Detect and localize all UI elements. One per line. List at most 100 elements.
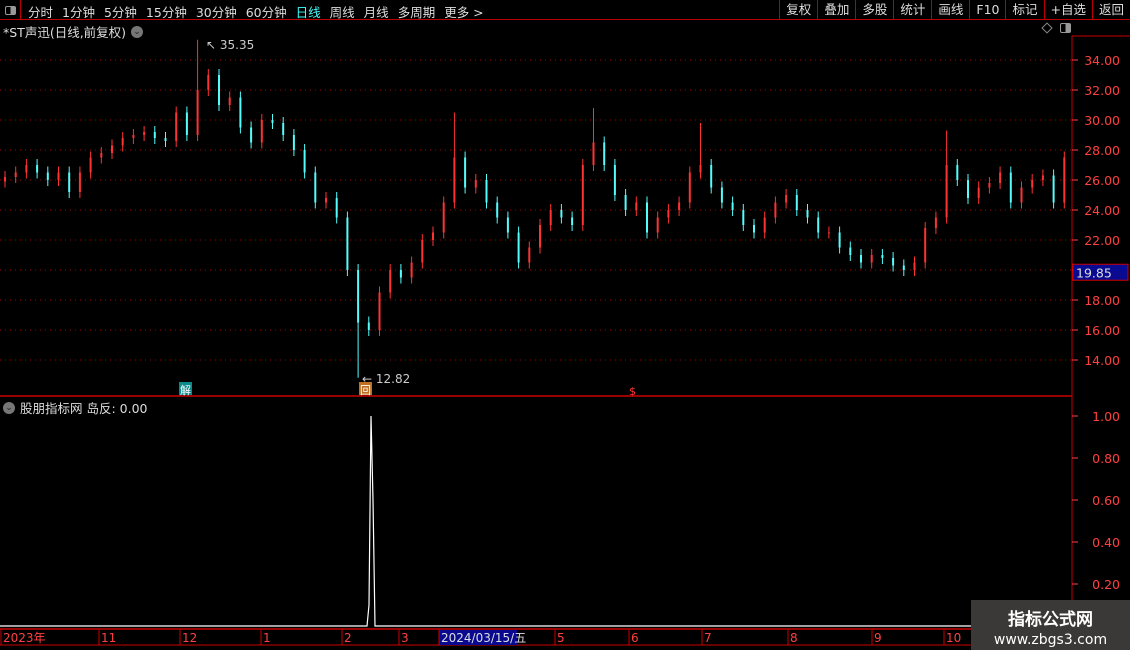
- current-price-label: 19.85: [1076, 265, 1112, 280]
- candle-body: [207, 75, 210, 90]
- candle-body: [549, 210, 552, 225]
- candle-body: [646, 202, 648, 233]
- indicator-axis-label: 0.80: [1092, 451, 1120, 466]
- candle-body: [849, 247, 852, 255]
- candle-body: [153, 132, 156, 138]
- candle-body: [967, 180, 969, 198]
- candle-body: [357, 270, 360, 323]
- indicator-axis-label: 0.20: [1092, 577, 1120, 592]
- candle-body: [988, 183, 991, 188]
- candle-body: [111, 145, 113, 153]
- time-axis-label: 12: [182, 631, 197, 645]
- candle-body: [592, 142, 595, 165]
- candle-body: [528, 247, 531, 263]
- candle-body: [1063, 157, 1066, 203]
- candlestick-chart: 34.0032.0030.0028.0026.0024.0022.0020.00…: [0, 35, 1130, 646]
- time-axis-label: 5: [557, 631, 565, 645]
- candle-body: [913, 262, 916, 270]
- candle-body: [367, 322, 370, 330]
- indicator-axis-label: 0.40: [1092, 535, 1120, 550]
- time-axis-label: 8: [790, 631, 798, 645]
- indicator-axis-label: 0.60: [1092, 493, 1120, 508]
- candle-body: [314, 172, 317, 203]
- candle-body: [870, 255, 873, 263]
- candle-body: [517, 232, 520, 263]
- candle-body: [143, 132, 146, 135]
- candle-body: [902, 265, 905, 270]
- candle-body: [827, 232, 830, 234]
- candle-body: [378, 292, 381, 330]
- candle-body: [635, 202, 638, 210]
- candle-body: [999, 172, 1002, 183]
- candle-body: [432, 232, 434, 240]
- watermark-url: www.zbgs3.com: [993, 632, 1108, 648]
- candle-body: [175, 112, 178, 141]
- time-axis-label: 7: [704, 631, 712, 645]
- price-axis-label: 32.00: [1084, 83, 1120, 98]
- candle-body: [464, 157, 467, 188]
- time-axis-label: 2023年: [3, 631, 46, 645]
- candle-body: [934, 217, 937, 228]
- candle-body: [603, 142, 606, 165]
- candle-body: [218, 75, 220, 105]
- signal-marker: $: [629, 385, 636, 398]
- candle-body: [785, 195, 788, 203]
- candle-body: [678, 202, 681, 210]
- candle-body: [100, 153, 103, 158]
- price-axis-label: 18.00: [1084, 293, 1120, 308]
- price-axis-label: 30.00: [1084, 113, 1120, 128]
- candle-body: [228, 97, 231, 105]
- candle-body: [1009, 172, 1012, 203]
- candle-body: [410, 262, 413, 278]
- time-axis-label: 1: [263, 631, 271, 645]
- candle-body: [892, 258, 895, 266]
- candle-body: [699, 165, 702, 173]
- candle-body: [442, 202, 445, 233]
- candle-body: [753, 225, 755, 233]
- candle-body: [25, 165, 28, 173]
- candle-body: [78, 172, 81, 192]
- candle-body: [838, 232, 841, 248]
- candle-body: [924, 228, 927, 263]
- candle-body: [795, 195, 798, 210]
- candle-body: [817, 217, 820, 233]
- candle-body: [4, 177, 6, 182]
- candle-body: [185, 112, 188, 135]
- indicator-line: [0, 415, 1072, 627]
- candle-body: [260, 120, 263, 143]
- candle-body: [399, 270, 402, 278]
- candle-body: [806, 210, 809, 218]
- candle-body: [613, 165, 616, 195]
- time-axis-label: 2024/03/15/五: [441, 631, 526, 645]
- candle-body: [1020, 187, 1023, 203]
- candle-body: [1031, 180, 1034, 188]
- candle-body: [292, 135, 295, 150]
- high-price-label: ↖ 35.35: [206, 38, 254, 52]
- candle-body: [68, 172, 71, 192]
- price-axis-label: 16.00: [1084, 323, 1120, 338]
- candle-body: [881, 255, 884, 258]
- indicator-axis-label: 1.00: [1092, 409, 1120, 424]
- candle-body: [581, 165, 584, 225]
- candle-body: [977, 187, 980, 198]
- candle-body: [624, 195, 627, 210]
- time-axis-label: 10: [946, 631, 961, 645]
- time-axis-label: 9: [874, 631, 882, 645]
- candle-body: [132, 135, 135, 138]
- price-axis-label: 34.00: [1084, 53, 1120, 68]
- candle-body: [1052, 175, 1055, 203]
- candle-body: [121, 138, 124, 146]
- candle-body: [89, 157, 92, 173]
- candle-body: [742, 210, 745, 225]
- time-axis-label: 6: [631, 631, 639, 645]
- candle-body: [956, 165, 959, 180]
- time-axis-label: 2: [344, 631, 352, 645]
- return-marker: 回: [360, 384, 371, 397]
- candle-body: [250, 127, 253, 143]
- candle-body: [688, 172, 691, 203]
- candle-body: [335, 198, 338, 218]
- time-axis-label: 3: [401, 631, 409, 645]
- chevron-down-icon[interactable]: ⌄: [3, 401, 15, 414]
- candle-body: [282, 123, 285, 135]
- candle-body: [421, 240, 424, 263]
